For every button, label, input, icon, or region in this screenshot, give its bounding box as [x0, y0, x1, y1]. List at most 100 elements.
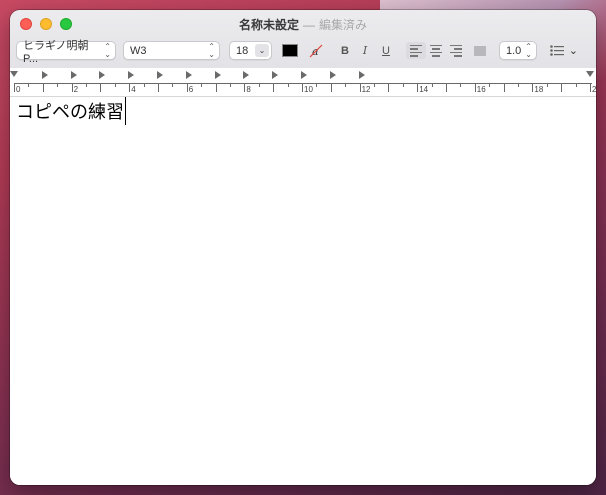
ruler-tick	[57, 84, 59, 87]
tab-stop-marker[interactable]	[358, 71, 365, 79]
ruler[interactable]: 0 2 4 6 8 10 12 14 16 18 20	[10, 68, 596, 97]
line-spacing-value: 1.0	[506, 44, 522, 57]
ruler-tick	[503, 84, 505, 92]
ruler-tick	[402, 84, 404, 87]
ruler-number: 12	[361, 85, 371, 94]
ruler-number: 8	[246, 85, 251, 94]
window-title: 名称未設定 — 編集済み	[10, 16, 596, 33]
alignment-group	[406, 41, 490, 60]
italic-button[interactable]: I	[358, 41, 372, 60]
ruler-tick	[489, 84, 491, 87]
right-indent-marker[interactable]	[586, 71, 594, 77]
tab-stop-marker[interactable]	[70, 71, 77, 79]
font-style-value: W3	[130, 44, 147, 57]
ruler-tick	[158, 84, 159, 92]
ruler-tick	[532, 84, 534, 92]
ruler-tick	[359, 84, 361, 92]
tab-stop-marker[interactable]	[157, 71, 163, 79]
ruler-tick	[518, 84, 519, 87]
ruler-tick	[273, 84, 275, 92]
justify-button[interactable]	[470, 42, 490, 59]
ruler-number: 10	[304, 85, 313, 94]
align-left-icon	[410, 44, 422, 57]
text-color-well[interactable]	[282, 41, 298, 60]
title-bar: 名称未設定 — 編集済み ヒラギノ明朝 P... ⌃⌄ W3 ⌃⌄ 18 ⌄ a	[10, 10, 596, 69]
ruler-tick	[460, 84, 462, 87]
align-right-button[interactable]	[446, 42, 466, 59]
ruler-number: 4	[131, 85, 136, 94]
font-size-combo[interactable]: 18 ⌄	[229, 41, 272, 60]
align-center-button[interactable]	[426, 42, 446, 59]
ruler-tick	[374, 84, 375, 87]
font-family-popup[interactable]: ヒラギノ明朝 P... ⌃ ⌄	[16, 40, 116, 65]
ruler-tick	[71, 84, 73, 92]
ruler-number: 14	[419, 85, 429, 94]
tab-stop-marker[interactable]	[272, 71, 279, 79]
align-right-icon	[450, 44, 462, 57]
ruler-tick	[287, 84, 289, 87]
font-family-value: ヒラギノ明朝 P...	[23, 39, 89, 65]
tab-stop-marker[interactable]	[128, 71, 135, 79]
chevron-updown-icon: ⌃ ⌄	[104, 41, 111, 59]
tab-stop-marker[interactable]	[99, 71, 106, 79]
tab-stop-marker[interactable]	[41, 71, 48, 79]
chevron-down-icon[interactable]: ⌄	[255, 44, 269, 57]
tab-stop-marker[interactable]	[185, 71, 192, 79]
document-text-content: コピペの練習	[16, 102, 124, 123]
ruler-tick	[28, 84, 30, 87]
ruler-tick	[546, 84, 548, 87]
list-bullets-icon	[550, 45, 564, 56]
tab-stop-marker[interactable]	[329, 71, 336, 79]
ruler-tick	[42, 84, 44, 92]
underline-button[interactable]: U	[379, 41, 393, 60]
ruler-tick	[330, 84, 332, 92]
ruler-tick	[114, 84, 116, 87]
highlight-color-button[interactable]: a	[308, 41, 324, 60]
ruler-tick	[302, 84, 303, 92]
ruler-number: 18	[534, 85, 544, 94]
format-toolbar: ヒラギノ明朝 P... ⌃⌄ W3 ⌃⌄ 18 ⌄ a B I	[10, 40, 596, 65]
ruler-tick	[561, 84, 563, 92]
justify-icon	[474, 45, 486, 56]
ruler-number: 20	[592, 85, 596, 94]
line-spacing-popup[interactable]: 1.0 ⌃ ⌄	[499, 41, 537, 60]
highlight-color-icon: a	[309, 44, 323, 58]
ruler-number: 16	[476, 85, 486, 94]
ruler-tick	[215, 84, 217, 92]
chevron-updown-icon: ⌃ ⌄	[208, 41, 215, 59]
tab-stop-marker[interactable]	[301, 71, 307, 79]
bold-button[interactable]: B	[338, 41, 352, 60]
title-separator: —	[303, 18, 315, 32]
ruler-tick	[345, 84, 347, 87]
document-text[interactable]: コピペの練習	[16, 97, 126, 125]
ruler-tick	[575, 84, 577, 87]
ruler-tick	[129, 84, 131, 92]
ruler-tick	[474, 84, 476, 92]
ruler-tick	[14, 84, 15, 92]
document-area[interactable]: コピペの練習	[10, 97, 596, 485]
font-style-popup[interactable]: W3 ⌃ ⌄	[123, 41, 220, 60]
ruler-tick	[143, 84, 145, 87]
ruler-tick	[186, 84, 188, 92]
tab-stop-marker[interactable]	[243, 71, 250, 79]
edit-status: 編集済み	[319, 18, 368, 32]
text-color-swatch	[282, 44, 298, 57]
ruler-tick	[431, 84, 433, 87]
ruler-tick	[86, 84, 87, 87]
ruler-tick	[172, 84, 174, 87]
text-caret	[125, 97, 126, 125]
ruler-number: 0	[16, 85, 21, 94]
align-left-button[interactable]	[406, 42, 426, 59]
ruler-tick	[230, 84, 231, 87]
ruler-tick	[446, 84, 447, 92]
ruler-number: 2	[73, 85, 79, 94]
ruler-tick	[388, 84, 390, 92]
align-center-icon	[430, 44, 442, 57]
ruler-tick	[316, 84, 318, 87]
ruler-tick	[258, 84, 260, 87]
font-size-value: 18	[236, 44, 249, 57]
list-style-popup[interactable]: ⌄	[550, 41, 578, 60]
tab-stop-marker[interactable]	[214, 71, 221, 79]
left-indent-marker[interactable]	[10, 71, 18, 77]
ruler-number: 6	[188, 85, 194, 94]
